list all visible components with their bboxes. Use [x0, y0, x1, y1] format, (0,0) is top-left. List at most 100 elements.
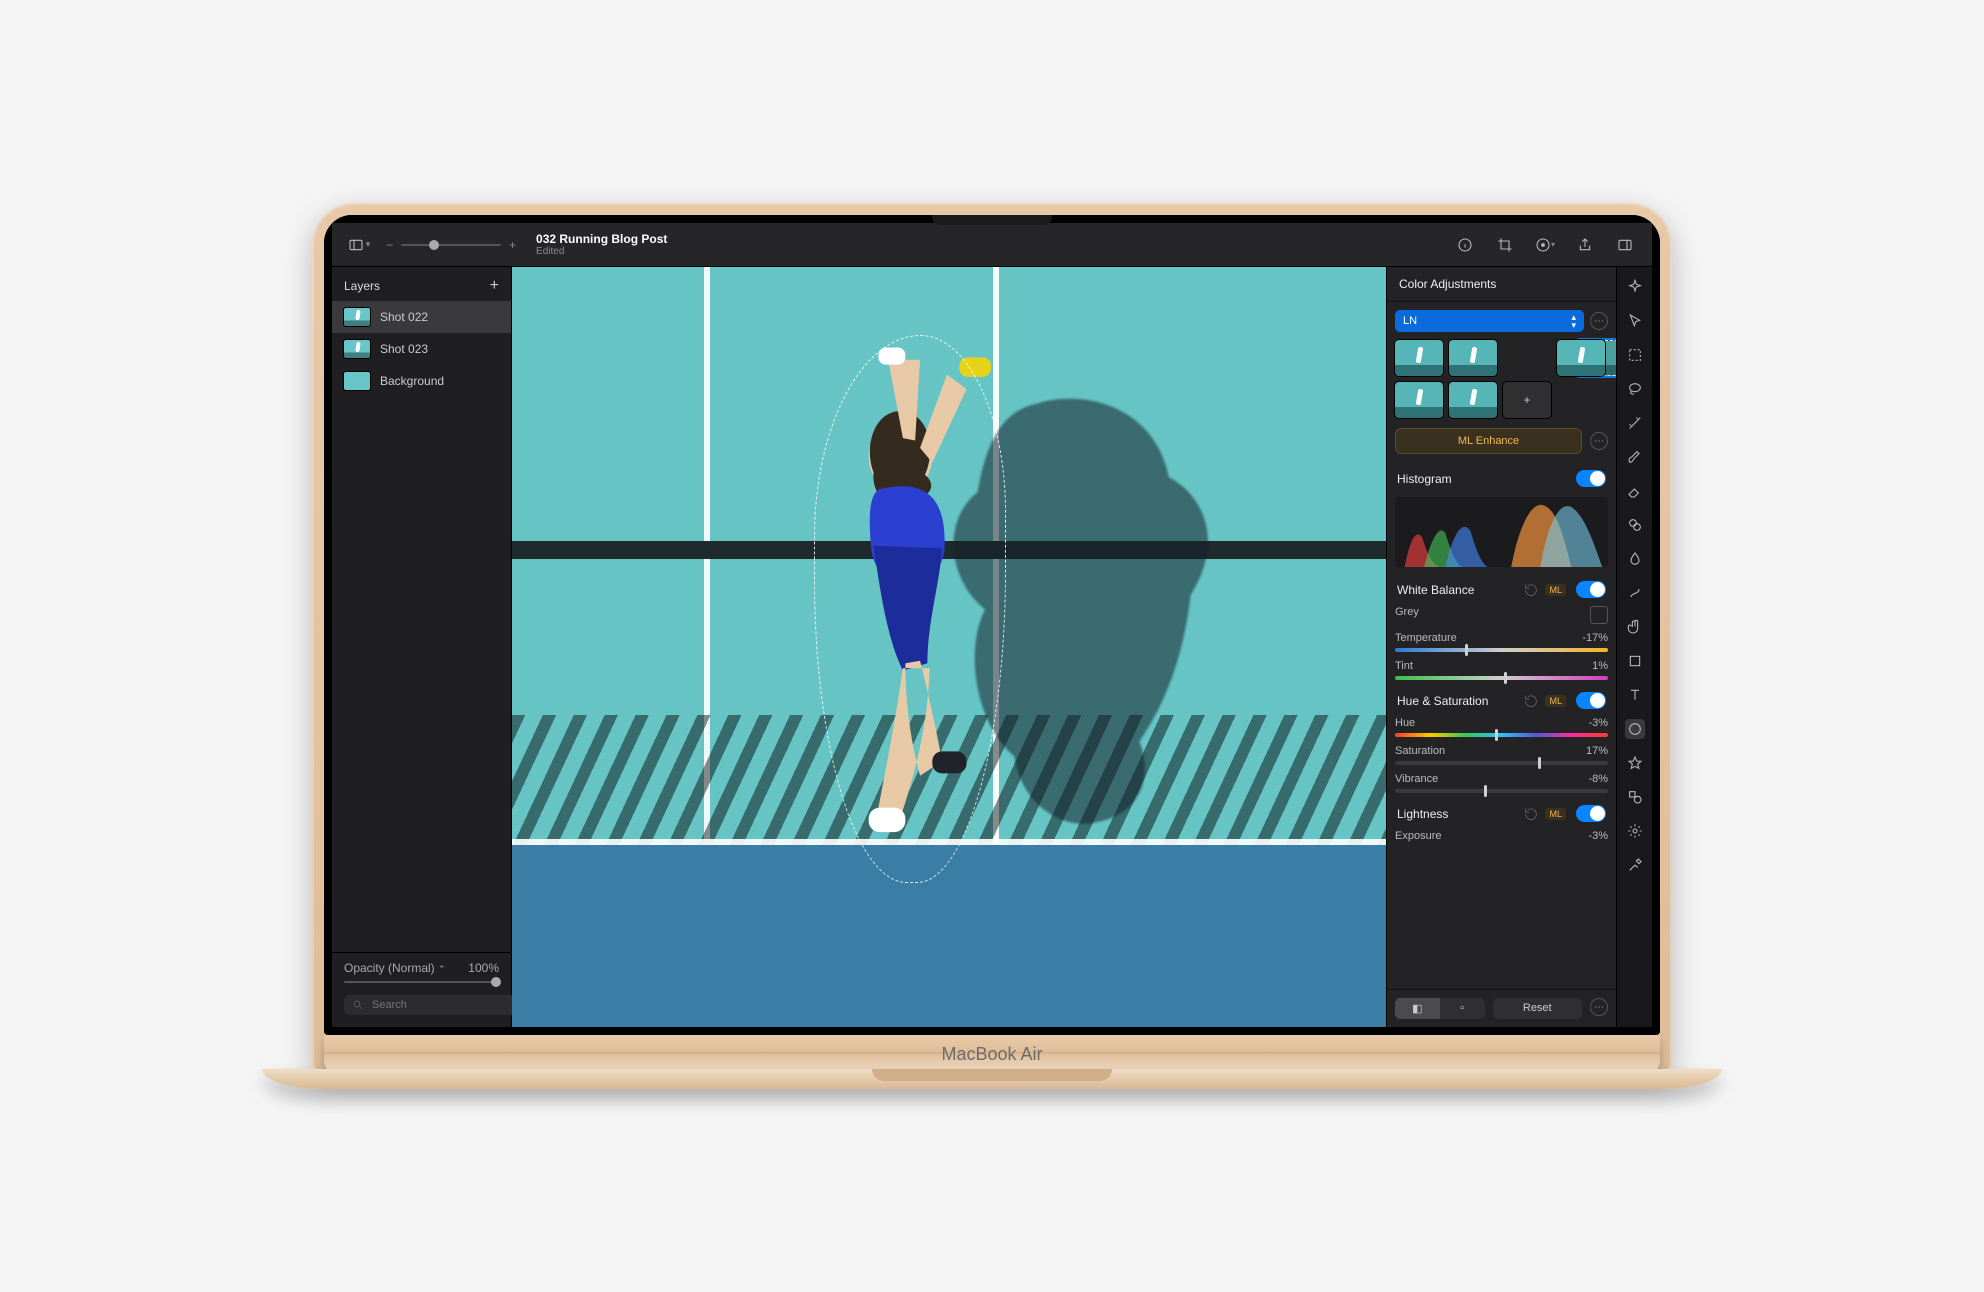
preset-select[interactable]: LN ▴▾	[1395, 310, 1584, 332]
sparkle-tool-icon[interactable]	[1625, 277, 1645, 297]
ml-badge: ML	[1545, 695, 1566, 707]
preset-more-button[interactable]: ⋯	[1590, 312, 1608, 330]
opacity-label: Opacity (Normal) ⌃	[344, 961, 446, 975]
crop-button[interactable]	[1492, 232, 1518, 258]
blur-tool-icon[interactable]	[1625, 549, 1645, 569]
grey-label: Grey	[1395, 606, 1419, 624]
saturation-slider[interactable]	[1395, 761, 1608, 765]
section-toggle[interactable]	[1576, 692, 1606, 709]
slider-label: Saturation	[1395, 745, 1445, 757]
crop-tool-icon[interactable]	[1625, 651, 1645, 671]
layer-thumb-icon	[344, 308, 370, 326]
slider-label: Tint	[1395, 660, 1413, 672]
effects-button[interactable]: ▾	[1532, 232, 1558, 258]
selection-marquee	[814, 335, 1006, 882]
reset-icon[interactable]	[1523, 582, 1539, 598]
laptop-model-label: MacBook Air	[941, 1044, 1042, 1065]
document-title: 032 Running Blog Post Edited	[536, 232, 667, 257]
info-button[interactable]	[1452, 232, 1478, 258]
slider-label: Vibrance	[1395, 773, 1438, 785]
eyedropper-tool-icon[interactable]	[1625, 855, 1645, 875]
smudge-tool-icon[interactable]	[1625, 583, 1645, 603]
gear-tool-icon[interactable]	[1625, 821, 1645, 841]
ml-badge: ML	[1545, 584, 1566, 596]
layer-search[interactable]	[344, 995, 522, 1015]
histogram-label: Histogram	[1397, 472, 1452, 486]
slider-label: Hue	[1395, 717, 1415, 729]
opacity-slider[interactable]	[344, 981, 499, 983]
add-layer-button[interactable]: +	[490, 277, 499, 295]
inspector-panel: Color Adjustments LN ▴▾ ⋯	[1386, 267, 1616, 1027]
layer-thumb-icon	[344, 372, 370, 390]
slider-label: Temperature	[1395, 632, 1457, 644]
laptop-base	[262, 1069, 1722, 1089]
view-mode-button[interactable]: ▾	[346, 232, 372, 258]
tint-slider[interactable]	[1395, 676, 1608, 680]
before-after-segment[interactable]: ◧▫	[1395, 998, 1485, 1019]
section-toggle[interactable]	[1576, 805, 1606, 822]
zoom-slider[interactable]: − +	[386, 238, 516, 252]
canvas[interactable]	[512, 267, 1386, 1027]
brush-tool-icon[interactable]	[1625, 447, 1645, 467]
slider-value: -3%	[1588, 717, 1608, 729]
photo-editor-app: ▾ − + 032 Running Blog Post Edited ▾	[332, 223, 1652, 1027]
slider-value: 1%	[1592, 660, 1608, 672]
pointer-tool-icon[interactable]	[1625, 311, 1645, 331]
reset-button[interactable]: Reset	[1493, 998, 1583, 1019]
footer-more-button[interactable]: ⋯	[1590, 998, 1608, 1016]
ml-more-button[interactable]: ⋯	[1590, 432, 1608, 450]
layer-name: Shot 022	[380, 310, 428, 324]
window-toolbar: ▾ − + 032 Running Blog Post Edited ▾	[332, 223, 1652, 267]
vibrance-slider[interactable]	[1395, 789, 1608, 793]
clone-tool-icon[interactable]	[1625, 515, 1645, 535]
slider-value: -8%	[1588, 773, 1608, 785]
search-icon	[352, 999, 364, 1011]
layer-thumb-icon	[344, 340, 370, 358]
wand-tool-icon[interactable]	[1625, 413, 1645, 433]
layer-list: Shot 022 Shot 023 Background	[332, 301, 511, 952]
hue-slider[interactable]	[1395, 733, 1608, 737]
layers-sidebar: Layers + Shot 022 Shot 023	[332, 267, 512, 1027]
text-tool-icon[interactable]	[1625, 685, 1645, 705]
layer-name: Background	[380, 374, 444, 388]
layer-row[interactable]: Shot 023	[332, 333, 511, 365]
share-button[interactable]	[1572, 232, 1598, 258]
layer-row[interactable]: Background	[332, 365, 511, 397]
preset-thumb[interactable]	[1557, 340, 1605, 376]
star-tool-icon[interactable]	[1625, 753, 1645, 773]
ml-enhance-button[interactable]: ML Enhance	[1395, 428, 1582, 454]
section-label: White Balance	[1397, 583, 1474, 597]
slider-value: -17%	[1582, 632, 1608, 644]
hand-tool-icon[interactable]	[1625, 617, 1645, 637]
adjustments-tool-icon[interactable]	[1625, 719, 1645, 739]
eyedropper-button[interactable]	[1590, 606, 1608, 624]
reset-icon[interactable]	[1523, 806, 1539, 822]
preset-thumb[interactable]	[1449, 340, 1497, 376]
preset-add-button[interactable]: +	[1503, 382, 1551, 418]
preset-thumb[interactable]	[1449, 382, 1497, 418]
section-toggle[interactable]	[1576, 581, 1606, 598]
lasso-tool-icon[interactable]	[1625, 379, 1645, 399]
reset-icon[interactable]	[1523, 693, 1539, 709]
preset-grid: +	[1395, 340, 1608, 418]
slider-value: -3%	[1588, 830, 1608, 842]
layers-title: Layers	[344, 279, 380, 293]
temperature-slider[interactable]	[1395, 648, 1608, 652]
preset-thumb[interactable]	[1395, 340, 1443, 376]
zoom-in[interactable]: +	[509, 238, 516, 252]
opacity-value: 100%	[468, 961, 499, 975]
shapes-tool-icon[interactable]	[1625, 787, 1645, 807]
histogram-chart	[1395, 497, 1608, 567]
eraser-tool-icon[interactable]	[1625, 481, 1645, 501]
preset-thumb[interactable]	[1395, 382, 1443, 418]
zoom-out[interactable]: −	[386, 238, 393, 252]
layer-row[interactable]: Shot 022	[332, 301, 511, 333]
marquee-tool-icon[interactable]	[1625, 345, 1645, 365]
inspector-title: Color Adjustments	[1387, 267, 1616, 302]
panels-button[interactable]	[1612, 232, 1638, 258]
slider-label: Exposure	[1395, 830, 1441, 842]
histogram-toggle[interactable]	[1576, 470, 1606, 487]
search-input[interactable]	[372, 999, 514, 1011]
ml-badge: ML	[1545, 808, 1566, 820]
canvas-image	[512, 267, 1386, 1027]
